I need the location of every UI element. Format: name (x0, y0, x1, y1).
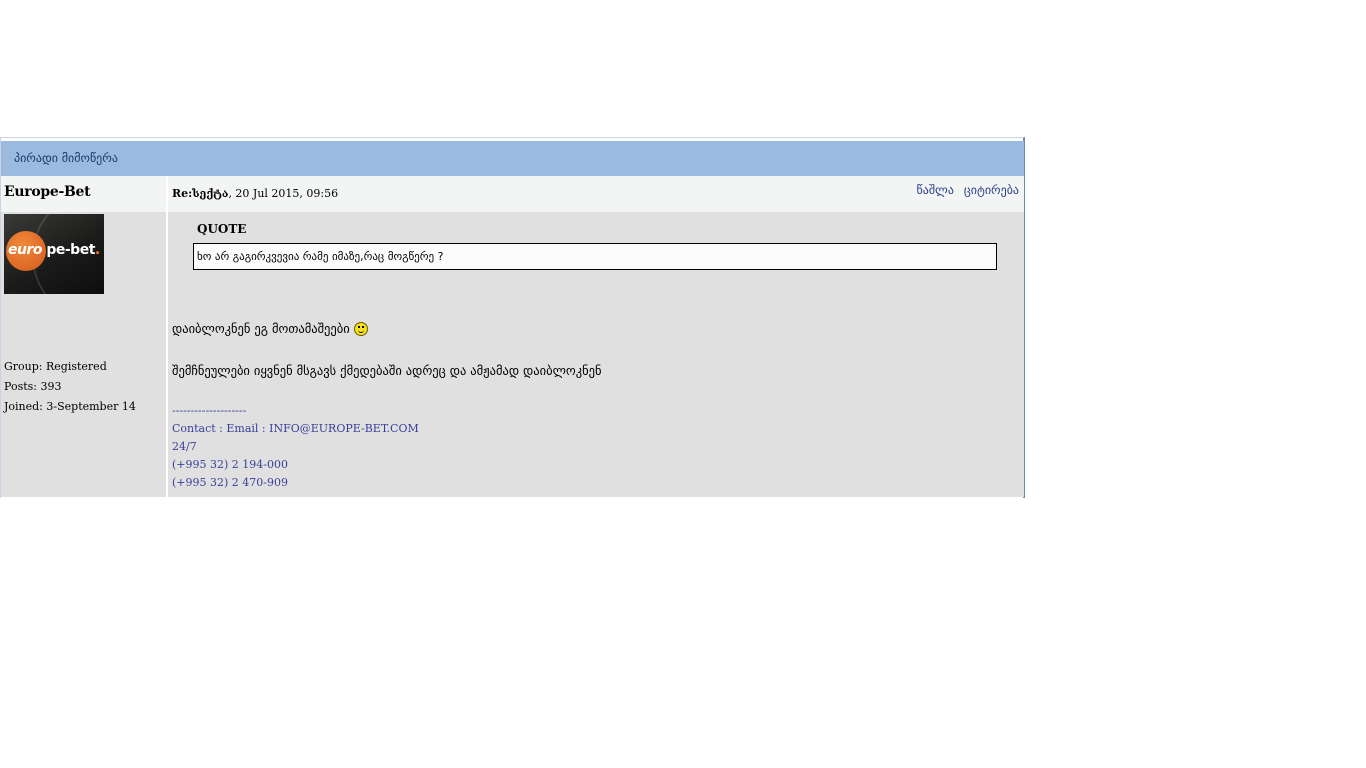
post-subject: Re:სექტა (172, 187, 229, 200)
quote-box: ხო არ გაგირკვევია რამე იმაზე,რაც მოგწერე… (193, 243, 997, 270)
signature-separator: -------------------- (172, 404, 247, 417)
post-body-line-1: დაიბლოკნენ ეგ მოთამაშეები (172, 319, 368, 336)
post-date: , 20 Jul 2015, 09:56 (228, 187, 339, 200)
user-group: Group: Registered (4, 360, 107, 373)
user-stats: Group: Registered Posts: 393 Joined: 3-S… (4, 357, 136, 417)
signature-phone-2: (+995 32) 2 470-909 (172, 476, 288, 489)
user-joined: Joined: 3-September 14 (4, 400, 136, 413)
avatar: euro pe-bet. (4, 214, 104, 294)
post-meta: Re:სექტა, 20 Jul 2015, 09:56 (172, 187, 338, 200)
avatar-logo: euro pe-bet. (8, 242, 100, 258)
private-message-post: პირადი მიმოწერა Europe-Bet Re:სექტა, 20 … (0, 137, 1025, 498)
signature-phone-1: (+995 32) 2 194-000 (172, 458, 288, 471)
post-body: QUOTE ხო არ გაგირკვევია რამე იმაზე,რაც მ… (168, 212, 1024, 497)
author-name[interactable]: Europe-Bet (4, 184, 91, 200)
quote-text: ხო არ გაგირკვევია რამე იმაზე,რაც მოგწერე… (197, 250, 444, 263)
page-title: პირადი მიმოწერა (14, 151, 118, 165)
smiley-icon (353, 322, 368, 336)
author-panel: euro pe-bet. Group: Registered Posts: 39… (1, 212, 166, 497)
post-body-text-1: დაიბლოკნენ ეგ მოთამაშეები (172, 321, 350, 336)
signature-hours: 24/7 (172, 440, 197, 453)
user-posts: Posts: 393 (4, 380, 62, 393)
quote-label: QUOTE (197, 222, 247, 236)
post-body-line-2: შემჩნეულები იყვნენ მსგავს ქმედებაში ადრე… (172, 363, 602, 378)
delete-link[interactable]: წაშლა (917, 183, 954, 197)
signature: -------------------- Contact : Email : I… (172, 402, 419, 492)
title-bar: პირადი მიმოწერა (1, 141, 1024, 176)
signature-contact[interactable]: Contact : Email : INFO@EUROPE-BET.COM (172, 420, 419, 438)
post-header-row: Europe-Bet Re:სექტა, 20 Jul 2015, 09:56 … (1, 176, 1024, 212)
post-actions: წაშლა ციტირება (917, 183, 1019, 197)
quote-link[interactable]: ციტირება (964, 183, 1019, 197)
